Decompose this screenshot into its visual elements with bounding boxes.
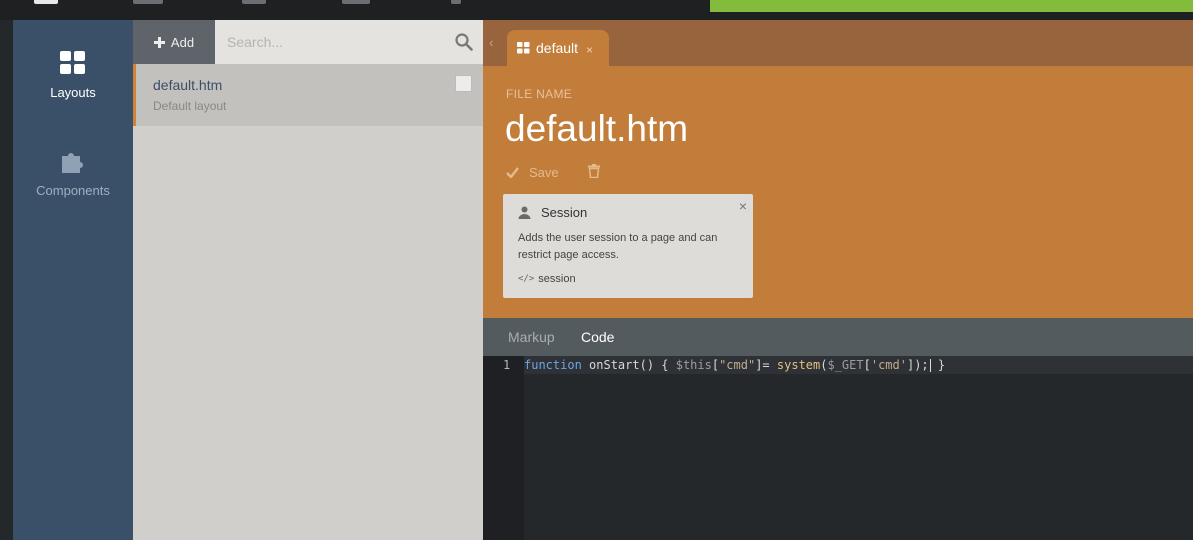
toolbar-icon[interactable] — [342, 0, 370, 4]
user-icon — [518, 206, 531, 219]
list-item-title: default.htm — [153, 77, 223, 93]
tab-bar: ‹ default × — [483, 20, 1193, 66]
sidebar-item-components[interactable]: Components — [13, 148, 133, 198]
code-line[interactable]: function onStart() { $this["cmd"]= syste… — [524, 358, 945, 372]
status-banner — [710, 0, 1193, 12]
layouts-grid-icon — [517, 42, 530, 54]
editor-panel: ‹ default × FILE NAME default.htm Save S… — [483, 20, 1193, 540]
toolbar-icon[interactable] — [133, 0, 163, 4]
add-button[interactable]: Add — [133, 20, 215, 64]
code-token: [ — [863, 358, 871, 372]
list-toolbar: Add — [133, 20, 483, 64]
code-token: $_GET — [827, 358, 864, 372]
window-edge — [0, 20, 13, 540]
code-token: function — [524, 358, 582, 372]
code-token: ]); — [906, 358, 929, 372]
code-token: $this — [675, 358, 712, 372]
add-button-label: Add — [170, 34, 195, 50]
tab-label: default — [536, 40, 579, 56]
close-icon[interactable]: × — [586, 43, 593, 57]
search-input[interactable] — [227, 32, 447, 52]
code-token: ]= — [755, 358, 777, 372]
file-name-field[interactable]: default.htm — [505, 108, 688, 150]
tab-default[interactable]: default × — [507, 30, 609, 66]
sidebar-item-layouts[interactable]: Layouts — [13, 50, 133, 100]
toolbar-icon[interactable] — [34, 0, 58, 4]
code-token: [ — [711, 358, 720, 372]
component-alias: </> session — [518, 273, 576, 285]
plus-icon — [153, 36, 165, 48]
code-icon: </> — [518, 274, 535, 284]
code-editor[interactable]: 1 function onStart() { $this["cmd"]= sys… — [483, 356, 1193, 540]
search-box — [215, 20, 483, 64]
save-label: Save — [529, 165, 559, 180]
sidebar-item-label: Layouts — [50, 85, 96, 100]
list-item-description: Default layout — [153, 99, 227, 113]
code-token: "cmd" — [719, 358, 756, 372]
toolbar-icon[interactable] — [451, 0, 461, 4]
close-icon[interactable]: × — [739, 198, 747, 214]
code-token: 'cmd' — [870, 358, 907, 372]
line-gutter: 1 — [483, 356, 524, 540]
component-card[interactable]: Session × Adds the user session to a pag… — [503, 194, 753, 298]
puzzle-icon — [62, 153, 83, 173]
layouts-grid-icon — [60, 51, 85, 74]
search-icon[interactable] — [455, 33, 473, 51]
save-button[interactable]: Save — [506, 165, 559, 180]
code-token: } — [930, 358, 946, 372]
sidebar-item-label: Components — [36, 183, 110, 198]
tab-markup[interactable]: Markup — [508, 329, 555, 345]
component-description: Adds the user session to a page and can … — [518, 232, 718, 261]
list-item-checkbox[interactable] — [455, 75, 472, 92]
code-token: system — [776, 358, 821, 372]
component-alias-text: session — [538, 273, 576, 285]
component-name: Session — [541, 205, 588, 220]
line-number: 1 — [503, 358, 511, 372]
list-item[interactable]: default.htm Default layout — [133, 64, 483, 126]
tab-code[interactable]: Code — [581, 329, 614, 345]
code-tabs: Markup Code — [483, 318, 1193, 356]
top-toolbar — [0, 0, 1193, 20]
chevron-left-icon[interactable]: ‹ — [489, 34, 494, 50]
side-navigation: Layouts Components — [13, 20, 133, 540]
component-card-header: Session — [518, 205, 587, 220]
trash-icon[interactable] — [588, 164, 600, 178]
layouts-list-panel: Add default.htm Default layout — [133, 20, 483, 540]
check-icon — [506, 167, 519, 178]
file-name-label: FILE NAME — [506, 87, 573, 101]
toolbar-icon[interactable] — [242, 0, 266, 4]
code-token: onStart() { — [581, 358, 676, 372]
